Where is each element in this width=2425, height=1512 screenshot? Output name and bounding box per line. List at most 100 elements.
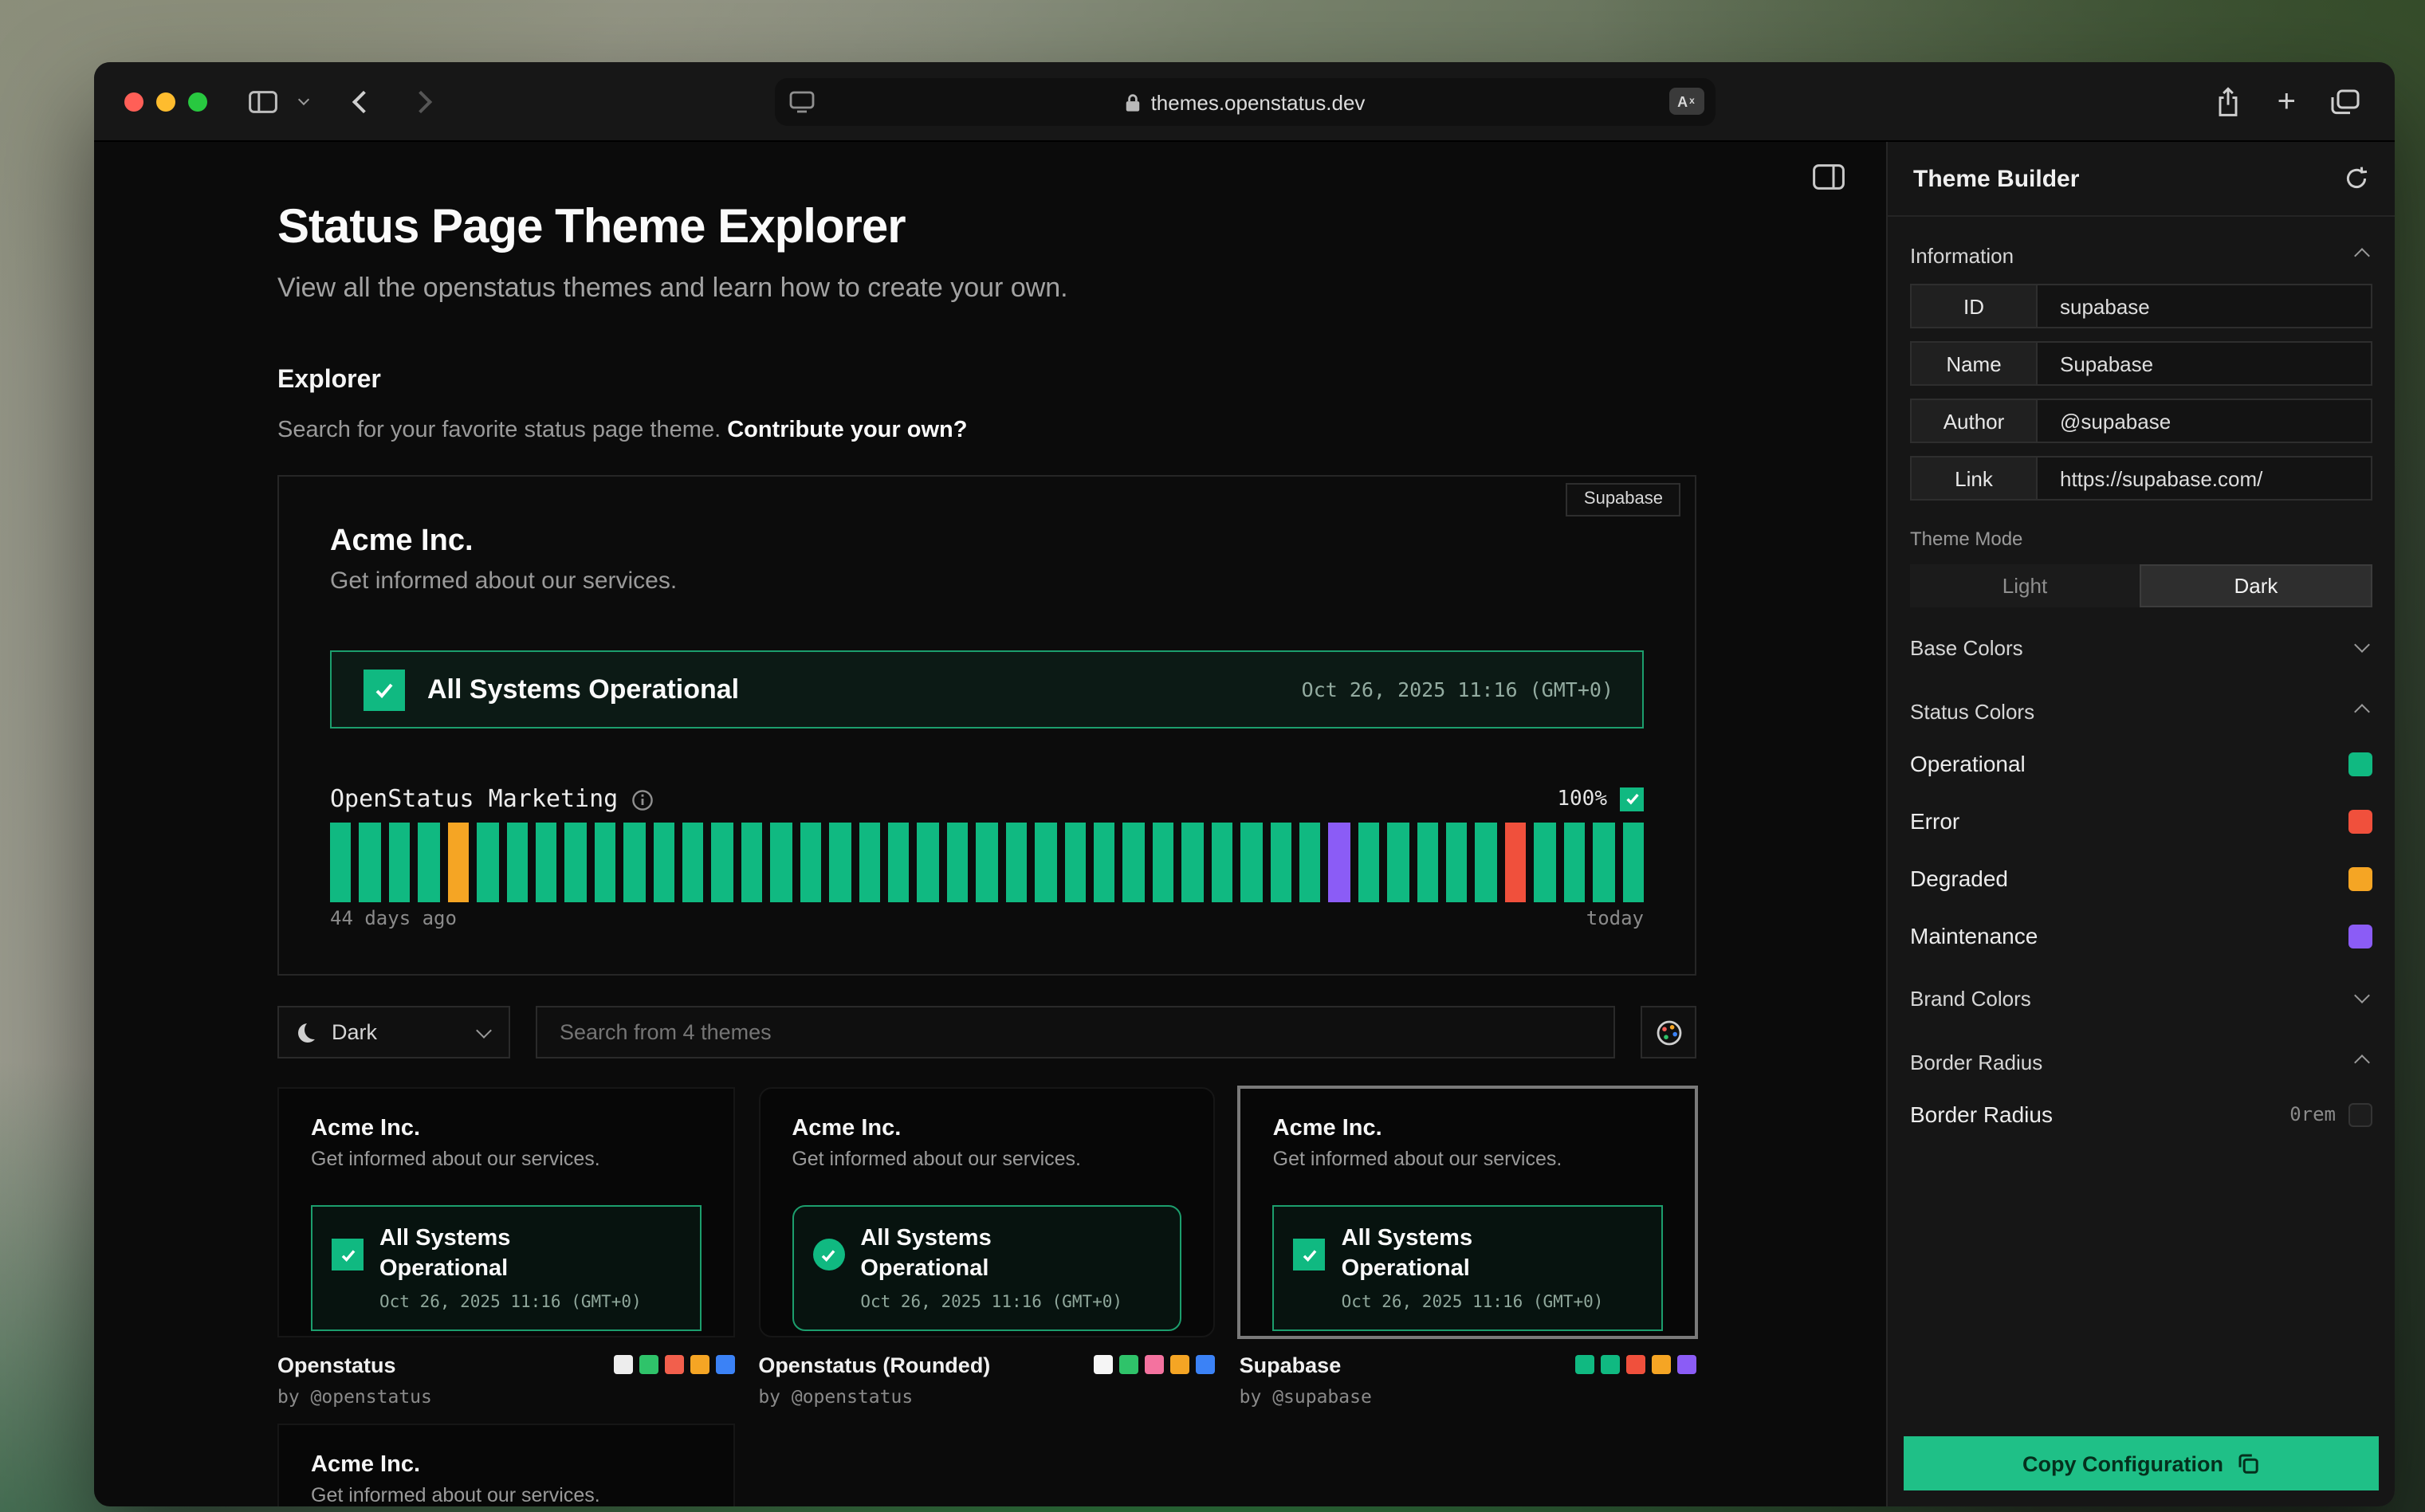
tracker-bar-operational[interactable]	[682, 823, 704, 902]
minimize-button[interactable]	[156, 92, 175, 111]
theme-mode-light[interactable]: Light	[1910, 564, 2140, 607]
tracker-bar-operational[interactable]	[859, 823, 880, 902]
tracker-bar-degraded[interactable]	[447, 823, 469, 902]
palette-button[interactable]	[1641, 1006, 1696, 1058]
info-value-input[interactable]: Supabase	[2038, 343, 2371, 384]
tracker-bar-operational[interactable]	[741, 823, 763, 902]
section-status-colors[interactable]: Status Colors	[1910, 695, 2372, 727]
tracker-bar-operational[interactable]	[419, 823, 440, 902]
theme-card-openstatus-rounded[interactable]: Acme Inc. Get informed about our service…	[758, 1087, 1215, 1337]
tracker-bar-operational[interactable]	[1299, 823, 1321, 902]
section-information[interactable]: Information	[1910, 239, 2372, 271]
tracker-bar-operational[interactable]	[1446, 823, 1468, 902]
contribute-link[interactable]: Contribute your own?	[727, 418, 967, 443]
section-base-colors[interactable]: Base Colors	[1910, 631, 2372, 663]
info-row-name: Name Supabase	[1910, 341, 2372, 386]
tracker-bar-operational[interactable]	[888, 823, 910, 902]
theme-mode-select[interactable]: Dark	[277, 1006, 510, 1058]
copy-icon	[2238, 1452, 2260, 1475]
tracker-bar-operational[interactable]	[1535, 823, 1556, 902]
mini-check-icon	[1294, 1239, 1326, 1270]
page-settings-icon[interactable]	[788, 89, 814, 113]
reset-icon[interactable]	[2344, 166, 2369, 191]
info-icon[interactable]	[631, 788, 653, 811]
degraded-color-swatch[interactable]	[2348, 866, 2372, 890]
address-bar[interactable]: themes.openstatus.dev Ax	[774, 78, 1715, 126]
section-brand-colors[interactable]: Brand Colors	[1910, 982, 2372, 1014]
back-button[interactable]	[352, 90, 375, 112]
section-border-radius[interactable]: Border Radius	[1910, 1046, 2372, 1078]
sidebar-toggle-icon[interactable]	[249, 90, 277, 112]
tracker-bar-operational[interactable]	[360, 823, 381, 902]
info-value-input[interactable]: https://supabase.com/	[2038, 458, 2371, 499]
operational-color-swatch[interactable]	[2348, 752, 2372, 776]
tracker-bar-operational[interactable]	[330, 823, 352, 902]
translate-icon[interactable]: Ax	[1668, 88, 1704, 115]
tracker-bar-operational[interactable]	[565, 823, 587, 902]
tracker-bar-operational[interactable]	[1153, 823, 1174, 902]
tracker-bar-operational[interactable]	[1563, 823, 1585, 902]
tracker-bar-operational[interactable]	[712, 823, 733, 902]
new-tab-icon[interactable]: +	[2278, 85, 2296, 117]
tracker-bar-operational[interactable]	[1417, 823, 1438, 902]
tracker-bar-operational[interactable]	[1064, 823, 1086, 902]
tracker-bar-operational[interactable]	[1270, 823, 1291, 902]
theme-mode-dark[interactable]: Dark	[2140, 564, 2372, 607]
tracker-bar-operational[interactable]	[1123, 823, 1145, 902]
tracker-bar-operational[interactable]	[918, 823, 939, 902]
tracker-bar-operational[interactable]	[800, 823, 822, 902]
tracker-range-start: 44 days ago	[330, 907, 457, 929]
theme-card-supabase[interactable]: Acme Inc. Get informed about our service…	[1240, 1087, 1696, 1337]
share-icon[interactable]	[2215, 85, 2242, 117]
tracker-bar-operational[interactable]	[771, 823, 792, 902]
theme-card-openstatus[interactable]: Acme Inc. Get informed about our service…	[277, 1087, 734, 1337]
search-input[interactable]	[536, 1006, 1615, 1058]
themes-grid: Acme Inc. Get informed about our service…	[277, 1087, 1696, 1408]
info-row-author: Author @supabase	[1910, 399, 2372, 443]
tracker-bar-operational[interactable]	[1035, 823, 1056, 902]
tracker-bar-operational[interactable]	[1005, 823, 1027, 902]
copy-configuration-button[interactable]: Copy Configuration	[1904, 1436, 2379, 1490]
tracker-bar-operational[interactable]	[536, 823, 557, 902]
tracker-bar-error[interactable]	[1505, 823, 1527, 902]
sidebar-options-chevron-icon[interactable]	[298, 93, 309, 104]
tracker-bar-operational[interactable]	[1593, 823, 1614, 902]
info-value-input[interactable]: supabase	[2038, 285, 2371, 327]
builder-panel-toggle-icon[interactable]	[1813, 164, 1845, 198]
tracker-bar-operational[interactable]	[947, 823, 969, 902]
maintenance-color-swatch[interactable]	[2348, 924, 2372, 948]
mini-status-timestamp: Oct 26, 2025 11:16 (GMT+0)	[860, 1293, 1161, 1312]
main-content: Status Page Theme Explorer View all the …	[94, 142, 1886, 1506]
tracker-bar-operational[interactable]	[506, 823, 528, 902]
tracker-bar-operational[interactable]	[1358, 823, 1380, 902]
tracker-bar-operational[interactable]	[389, 823, 411, 902]
tracker-bar-operational[interactable]	[1094, 823, 1115, 902]
theme-card-partial[interactable]: Acme Inc. Get informed about our service…	[277, 1424, 734, 1506]
tracker-bar-operational[interactable]	[595, 823, 616, 902]
tracker-bar-operational[interactable]	[1387, 823, 1409, 902]
mini-check-icon	[812, 1239, 844, 1270]
moon-icon	[298, 1023, 317, 1042]
tracker-bar-operational[interactable]	[477, 823, 498, 902]
tracker-bar-operational[interactable]	[653, 823, 674, 902]
tracker-bar-operational[interactable]	[829, 823, 851, 902]
error-color-swatch[interactable]	[2348, 809, 2372, 833]
mini-company-tagline: Get informed about our services.	[792, 1146, 1181, 1173]
tracker-bar-operational[interactable]	[1476, 823, 1497, 902]
close-button[interactable]	[124, 92, 143, 111]
tracker-bar-maintenance[interactable]	[1329, 823, 1350, 902]
tracker-bar-operational[interactable]	[1211, 823, 1232, 902]
tracker-bar-operational[interactable]	[1622, 823, 1644, 902]
info-value-input[interactable]: @supabase	[2038, 400, 2371, 442]
theme-color-swatch	[1095, 1355, 1114, 1374]
chevron-down-icon	[2354, 988, 2370, 1003]
tracker-bar-operational[interactable]	[977, 823, 998, 902]
tracker-bar-operational[interactable]	[1181, 823, 1203, 902]
tracker-bar-operational[interactable]	[1240, 823, 1262, 902]
info-row-link: Link https://supabase.com/	[1910, 456, 2372, 501]
zoom-button[interactable]	[188, 92, 207, 111]
border-radius-swatch[interactable]	[2348, 1102, 2372, 1126]
tracker-bar-operational[interactable]	[623, 823, 645, 902]
theme-author: by @supabase	[1240, 1385, 1372, 1408]
tab-overview-icon[interactable]	[2331, 88, 2360, 114]
